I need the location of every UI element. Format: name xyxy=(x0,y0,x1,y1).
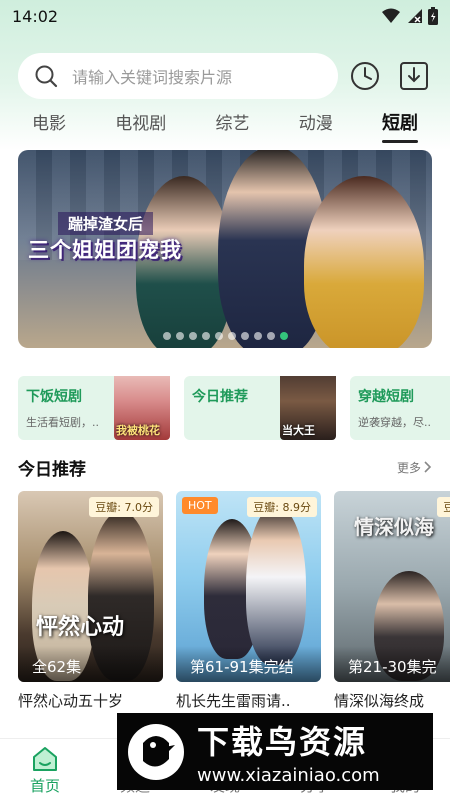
chevron-right-icon xyxy=(424,461,432,473)
recommendation-title: 怦然心动五十岁 xyxy=(18,692,124,710)
tab-short-drama[interactable]: 短剧 xyxy=(382,110,418,146)
nav-home[interactable]: 首页 xyxy=(0,739,90,800)
watermark-title: 下载鸟资源 xyxy=(197,723,368,761)
poster-title: 怦然心动 xyxy=(36,614,125,640)
home-icon xyxy=(33,747,57,771)
banner-dot[interactable] xyxy=(240,332,249,340)
section-header: 今日推荐 更多 xyxy=(18,454,432,480)
recommendation-poster: 豆瓣: 7.0分 怦然心动 全62集 xyxy=(18,491,163,682)
watermark-text: 下载鸟资源 www.xiazainiao.com xyxy=(197,717,380,786)
category-tabs: 电影 电视剧 综艺 动漫 短剧 xyxy=(18,110,432,146)
wifi-icon xyxy=(382,8,400,23)
category-card-poster: 我被桃花 xyxy=(114,376,170,440)
category-card-food-drama[interactable]: 下饭短剧 生活看短剧，.. 我被桃花 xyxy=(18,376,170,440)
tab-variety[interactable]: 综艺 xyxy=(216,110,250,146)
search-row: 请输入关键词搜索片源 xyxy=(18,53,432,99)
tab-movies[interactable]: 电影 xyxy=(32,110,66,146)
search-placeholder: 请输入关键词搜索片源 xyxy=(72,68,233,87)
banner-subtitle: 踹掉渣女后 xyxy=(58,212,154,235)
rating-badge: 豆瓣: xyxy=(437,497,450,517)
poster-person xyxy=(246,505,306,665)
banner-dot[interactable] xyxy=(266,332,275,340)
watermark-url: www.xiazainiao.com xyxy=(197,765,380,786)
rating-badge: 豆瓣: 8.9分 xyxy=(247,497,317,517)
recommendation-title: 机长先生雷雨请.. xyxy=(176,692,291,710)
download-icon xyxy=(400,62,428,90)
banner-dot[interactable] xyxy=(188,332,197,340)
episode-label: 第61-91集完结 xyxy=(176,646,321,682)
bird-logo-icon xyxy=(128,723,184,780)
poster-title: 我被桃花 xyxy=(116,424,160,437)
tab-anime[interactable]: 动漫 xyxy=(299,110,333,146)
rating-badge: 豆瓣: 7.0分 xyxy=(89,497,159,517)
banner-dot[interactable] xyxy=(201,332,210,340)
banner-dot[interactable] xyxy=(214,332,223,340)
banner-title: 三个姐姐团宠我 xyxy=(28,237,182,262)
hot-badge: HOT xyxy=(182,497,218,514)
recommendation-card[interactable]: 豆瓣: 7.0分 怦然心动 全62集 怦然心动五十岁 xyxy=(18,491,163,715)
recommendation-card[interactable]: 豆瓣: 情深似海 第21-30集完 情深似海终成 xyxy=(334,491,450,715)
recommendation-list: 豆瓣: 7.0分 怦然心动 全62集 怦然心动五十岁 HOT 豆瓣: 8.9分 … xyxy=(18,491,450,715)
battery-icon xyxy=(428,7,438,25)
watermark-overlay: 下载鸟资源 www.xiazainiao.com xyxy=(117,713,433,790)
banner-dot[interactable] xyxy=(279,332,288,340)
category-card-desc: 逆袭穿越，尽.. xyxy=(358,416,431,429)
status-time: 14:02 xyxy=(12,6,59,26)
category-card-today[interactable]: 今日推荐 当大王 xyxy=(184,376,336,440)
banner-dot[interactable] xyxy=(175,332,184,340)
banner-dot[interactable] xyxy=(253,332,262,340)
banner-person-right xyxy=(304,176,424,348)
search-icon xyxy=(35,65,58,88)
recommendation-title: 情深似海终成 xyxy=(334,692,425,710)
section-title: 今日推荐 xyxy=(18,459,86,480)
category-card-poster: 当大王 xyxy=(280,376,336,440)
category-card-time-travel[interactable]: 穿越短剧 逆袭穿越，尽.. xyxy=(350,376,450,440)
recommendation-poster: 豆瓣: 情深似海 第21-30集完 xyxy=(334,491,450,682)
banner-dot[interactable] xyxy=(162,332,171,340)
tab-tv-series[interactable]: 电视剧 xyxy=(115,110,166,146)
category-card-title: 穿越短剧 xyxy=(358,389,414,405)
category-cards: 下饭短剧 生活看短剧，.. 我被桃花 今日推荐 当大王 穿越短剧 逆袭穿越，尽.… xyxy=(18,376,450,440)
signal-icon xyxy=(408,9,422,23)
recommendation-poster: HOT 豆瓣: 8.9分 第61-91集完结 xyxy=(176,491,321,682)
banner-dot[interactable] xyxy=(227,332,236,340)
download-button[interactable] xyxy=(398,60,430,92)
clock-icon xyxy=(351,62,379,90)
episode-label: 全62集 xyxy=(18,646,163,682)
status-icons xyxy=(382,7,438,25)
category-card-desc: 生活看短剧，.. xyxy=(26,416,99,429)
more-label: 更多 xyxy=(396,460,421,475)
status-bar: 14:02 xyxy=(0,0,450,32)
poster-title: 当大王 xyxy=(282,424,315,437)
history-button[interactable] xyxy=(349,60,381,92)
recommendation-card[interactable]: HOT 豆瓣: 8.9分 第61-91集完结 机长先生雷雨请.. xyxy=(176,491,321,715)
episode-label: 第21-30集完 xyxy=(334,646,450,682)
poster-title: 情深似海 xyxy=(354,515,434,539)
search-input[interactable]: 请输入关键词搜索片源 xyxy=(18,53,338,99)
banner-pagination xyxy=(18,332,432,340)
hero-banner[interactable]: 踹掉渣女后 三个姐姐团宠我 xyxy=(18,150,432,348)
more-link[interactable]: 更多 xyxy=(397,459,432,476)
nav-label: 首页 xyxy=(29,777,60,795)
